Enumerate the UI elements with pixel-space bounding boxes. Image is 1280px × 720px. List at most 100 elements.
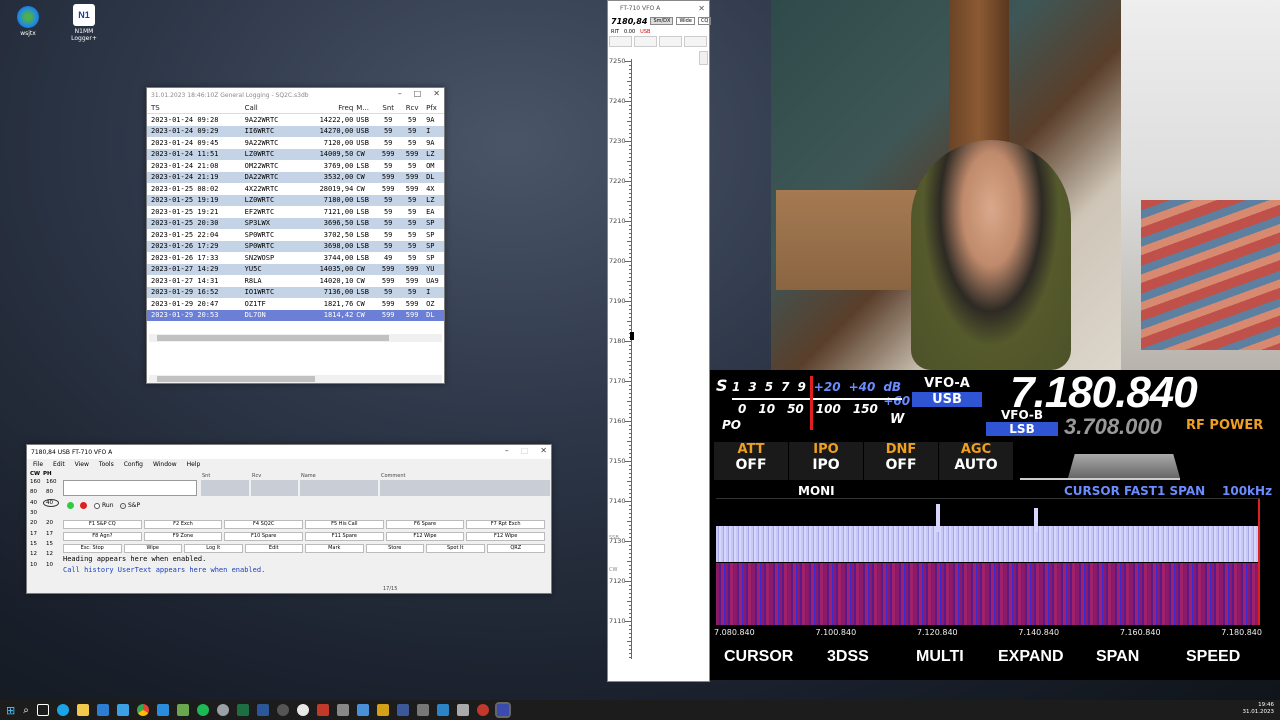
task-view-icon[interactable] [36, 704, 49, 716]
menu-item[interactable]: File [33, 461, 43, 468]
radio-soft-button[interactable]: SPAN [1096, 648, 1139, 666]
app-icon[interactable] [216, 704, 229, 716]
table-row[interactable]: 2023-01-27 14:31 R8LA 14020,10 CW 599 599 UA9 [147, 275, 444, 287]
minimize-icon[interactable]: – [398, 89, 402, 98]
app-icon[interactable] [396, 704, 409, 716]
function-key-button[interactable]: F2 Exch [143, 520, 223, 529]
app-icon[interactable] [456, 704, 469, 716]
clock-date[interactable]: 31.01.2023 [1243, 709, 1275, 716]
entry-window[interactable]: 7180,84 USB FT-710 VFO A – □ ✕ File Edit V… [26, 444, 552, 594]
bandmap-slot-button[interactable] [609, 36, 632, 47]
radio-soft-button[interactable]: CURSOR [724, 648, 793, 666]
bandmap-slot-button[interactable] [659, 36, 682, 47]
snt-input[interactable] [201, 480, 249, 496]
bandmap-slot-button[interactable] [634, 36, 657, 47]
n1mm-taskbar-icon[interactable] [494, 702, 511, 718]
explorer-icon[interactable] [76, 704, 89, 716]
log-window[interactable]: 31.01.2023 18:46:10Z General Logging - S… [146, 87, 445, 384]
table-row[interactable]: 2023-01-24 11:51 LZ0WRTC 14009,50 CW 599 599 L… [147, 148, 444, 160]
function-key-button[interactable]: F11 Spare [305, 532, 384, 541]
table-row[interactable]: 2023-01-24 21:19 DA22WRTC 3532,00 CW 599 599 D… [147, 171, 444, 183]
function-key-button[interactable]: F12 Wipe [385, 532, 465, 541]
table-row[interactable]: 2023-01-25 22:04 SP0WRTC 3702,50 LSB 59 59 SP [147, 229, 444, 241]
menu-item[interactable]: Tools [99, 461, 114, 468]
smdx-button[interactable]: Sm/DX [650, 17, 674, 25]
menu-item[interactable]: Help [187, 461, 201, 468]
menu-item[interactable]: Edit [53, 461, 65, 468]
maximize-icon[interactable]: □ [521, 446, 529, 455]
col-rcv[interactable]: Rcv [400, 104, 424, 112]
app-icon[interactable] [376, 704, 389, 716]
table-row[interactable]: 2023-01-24 09:28 9A22WRTC 14222,00 USB 59 59 9… [147, 114, 444, 126]
desktop-icon-n1mm[interactable]: N1 N1MM Logger+ [62, 4, 106, 42]
table-row[interactable]: 2023-01-29 20:47 OZ1TF 1821,76 CW 599 599 OZ [147, 298, 444, 310]
band-row[interactable]: 15 15 [27, 539, 59, 549]
app-icon[interactable] [336, 704, 349, 716]
comment-input[interactable] [380, 480, 550, 496]
col-mode[interactable]: M... [356, 104, 376, 112]
wide-button[interactable]: Wide [676, 17, 695, 25]
table-row[interactable]: 2023-01-24 09:29 II6WRTC 14270,00 USB 59 59 I [147, 125, 444, 137]
radio-function[interactable]: DNF OFF [864, 442, 938, 480]
function-key-button[interactable]: F9 Zone [143, 532, 223, 541]
menu-item[interactable]: Window [153, 461, 177, 468]
function-key-button[interactable]: F6 Spare [385, 520, 465, 529]
function-key-button[interactable]: F1 S&P CQ [63, 520, 142, 529]
app-icon[interactable] [296, 704, 309, 716]
function-key-button[interactable]: F8 Agn? [63, 532, 142, 541]
mail-icon[interactable] [116, 704, 129, 716]
function-key-button[interactable]: QRZ [486, 544, 545, 553]
function-key-button[interactable]: Mark [305, 544, 364, 553]
radio-function[interactable]: IPO IPO [789, 442, 863, 480]
col-ts[interactable]: TS [147, 104, 245, 112]
excel-icon[interactable] [236, 704, 249, 716]
close-icon[interactable]: ✕ [540, 446, 547, 455]
obs-icon[interactable] [276, 704, 289, 716]
word-icon[interactable] [256, 704, 269, 716]
chrome-icon[interactable] [136, 704, 149, 716]
app-icon[interactable] [356, 704, 369, 716]
table-row[interactable]: 2023-01-24 09:45 9A22WRTC 7120,00 USB 59 59 9A [147, 137, 444, 149]
menu-item[interactable]: View [75, 461, 89, 468]
app-icon[interactable] [476, 704, 489, 716]
sp-radio[interactable]: S&P [120, 502, 140, 509]
waterfall[interactable] [716, 563, 1260, 625]
entry-window-titlebar[interactable]: 7180,84 USB FT-710 VFO A – □ ✕ [27, 445, 551, 459]
radio-function[interactable]: ATT OFF [714, 442, 788, 480]
app-icon[interactable] [436, 704, 449, 716]
radio-soft-button[interactable]: EXPAND [998, 648, 1064, 666]
function-key-button[interactable]: Wipe [123, 544, 182, 553]
table-row[interactable]: 2023-01-25 08:02 4X22WRTC 28019,94 CW 599 599… [147, 183, 444, 195]
log-hscroll[interactable] [149, 334, 442, 342]
band-row[interactable]: 40 40 [27, 498, 59, 508]
name-input[interactable] [300, 480, 378, 496]
log-hscroll-2[interactable] [149, 375, 442, 383]
band-row[interactable]: 160 160 [27, 477, 59, 487]
radio-soft-button[interactable]: SPEED [1186, 648, 1240, 666]
menu-item[interactable]: Config [124, 461, 143, 468]
col-pfx[interactable]: Pfx [424, 104, 444, 112]
band-row[interactable]: 30 [27, 508, 59, 518]
log-window-titlebar[interactable]: 31.01.2023 18:46:10Z General Logging - S… [147, 88, 444, 102]
app-icon[interactable] [416, 704, 429, 716]
table-row[interactable]: 2023-01-25 19:21 EF2WRTC 7121,00 LSB 59 59 EA [147, 206, 444, 218]
function-key-button[interactable]: Store [365, 544, 424, 553]
function-key-button[interactable]: F7 Rpt Exch [466, 520, 545, 529]
bandmap-titlebar[interactable]: FT-710 VFO A ✕ [608, 1, 709, 15]
radio-soft-button[interactable]: 3DSS [827, 648, 869, 666]
band-row[interactable]: 80 80 [27, 487, 59, 497]
rcv-input[interactable] [251, 480, 298, 496]
windows-start-icon[interactable]: ⊞ [6, 704, 15, 717]
close-icon[interactable]: ✕ [698, 4, 705, 13]
table-row[interactable]: 2023-01-29 16:52 IO1WRTC 7136,00 LSB 59 59 I [147, 286, 444, 298]
function-key-button[interactable]: Edit [244, 544, 303, 553]
search-icon[interactable]: ⌕ [23, 705, 29, 716]
spectrum-scope[interactable] [716, 498, 1260, 563]
table-row[interactable]: 2023-01-25 19:19 LZ0WRTC 7180,00 LSB 59 59 LZ [147, 194, 444, 206]
bandmap-scrollbar[interactable] [699, 51, 708, 65]
function-key-button[interactable]: F10 Spare [224, 532, 303, 541]
function-key-button[interactable]: Log It [184, 544, 243, 553]
function-key-button[interactable]: Spot It [426, 544, 485, 553]
bandmap-slot-button[interactable] [684, 36, 707, 47]
app-icon[interactable] [316, 704, 329, 716]
